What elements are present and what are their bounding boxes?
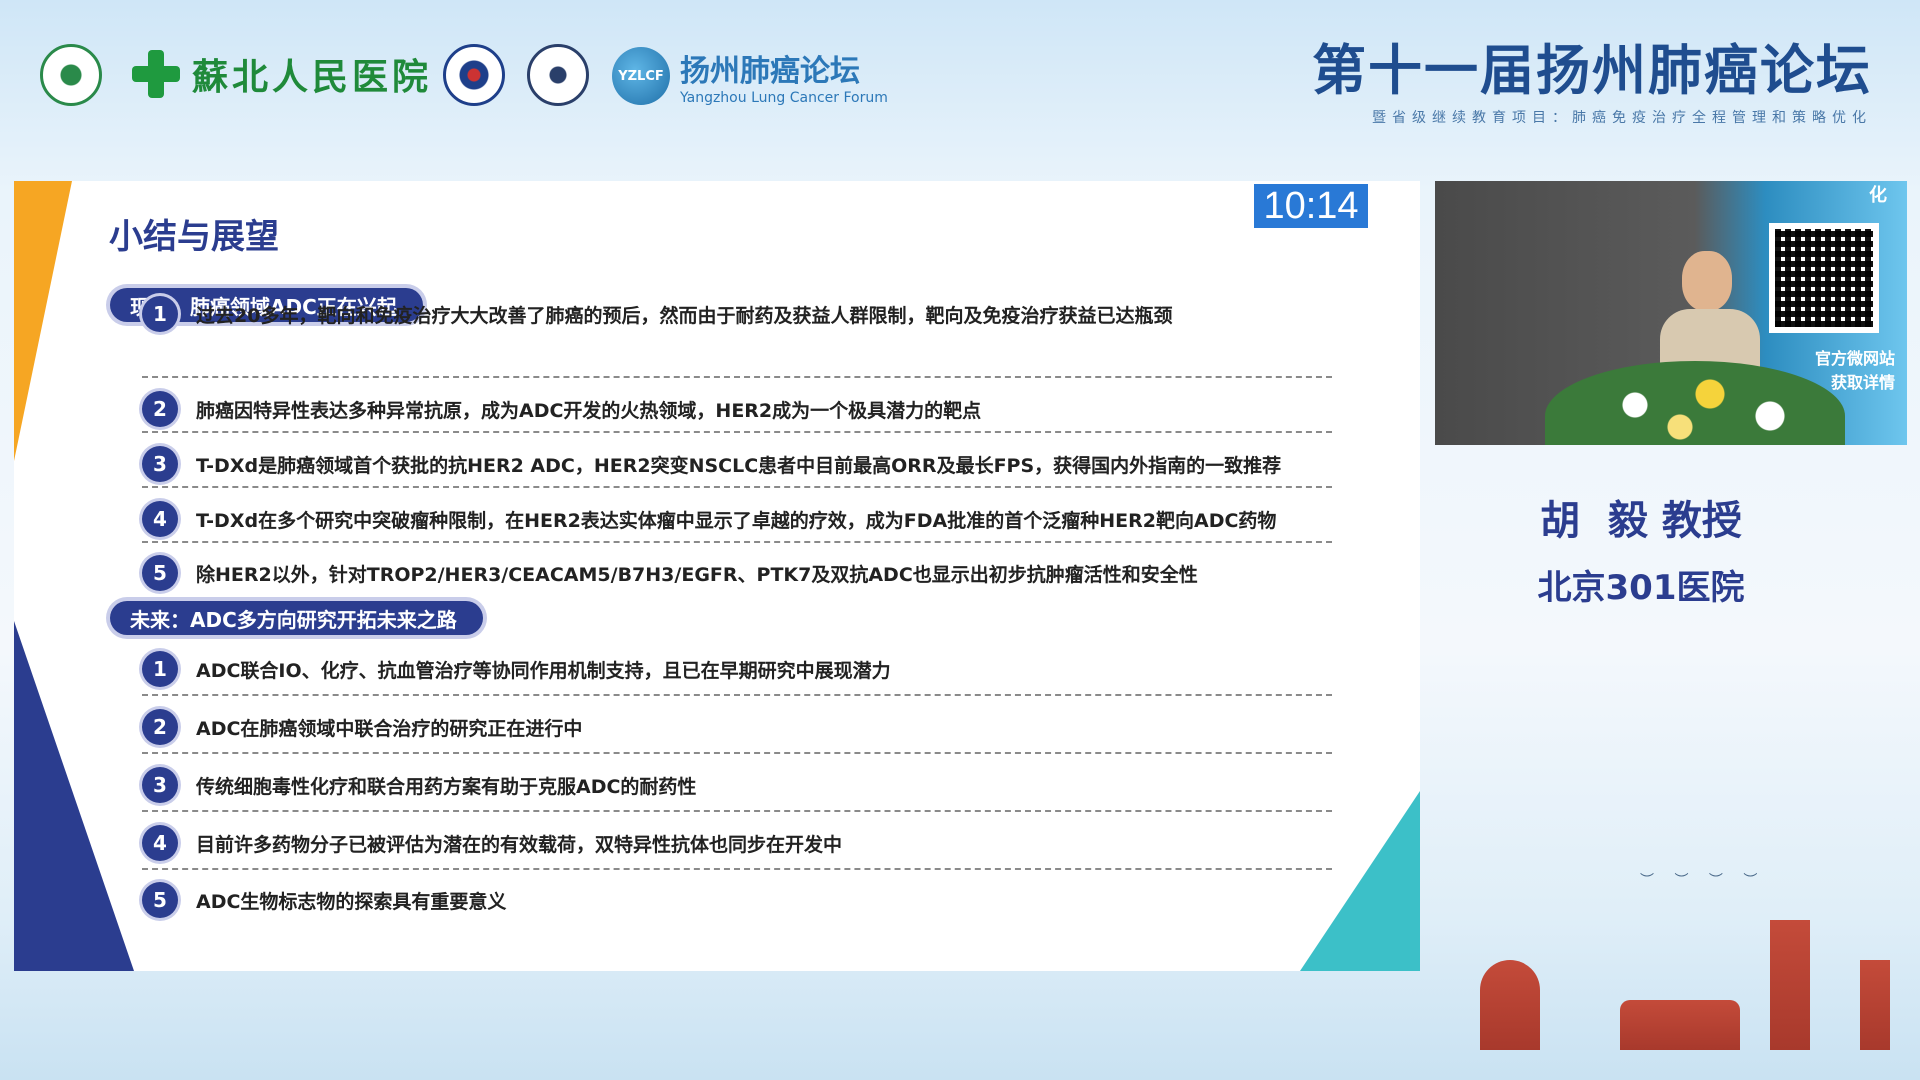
item-text: T-DXd在多个研究中突破瘤种限制，在HER2表达实体瘤中显示了卓越的疗效，成为… [196,509,1277,532]
orange-corner-decoration [14,181,72,461]
hospital-seal-icon [40,44,102,106]
item-text: 目前许多药物分子已被评估为潜在的有效载荷，双特异性抗体也同步在开发中 [196,833,843,856]
item-text: ADC联合IO、化疗、抗血管治疗等协同作用机制支持，且已在早期研究中展现潜力 [196,659,891,682]
navy-corner-decoration [14,621,134,971]
event-title: 第十一届扬州肺癌论坛 [1312,38,1872,102]
item-text: 除HER2以外，针对TROP2/HER3/CEACAM5/B7H3/EGFR、P… [196,563,1198,586]
university-logo-2 [527,44,589,106]
item-number-badge: 3 [142,446,178,482]
screen-corner-text: 化 [1869,185,1887,206]
event-subtitle: 暨省级继续教育项目：肺癌免疫治疗全程管理和策略优化 [1372,110,1872,126]
screen-caption-line-1: 官方微网站 [1814,349,1895,368]
dashed-divider [142,810,1332,812]
forum-logo: YZLCF 扬州肺癌论坛 Yangzhou Lung Cancer Forum [612,46,888,106]
list-item: 1 过去20多年，靶向和免疫治疗大大改善了肺癌的预后，然而由于耐药及获益人群限制… [142,292,1342,336]
medical-seal-icon [527,44,589,106]
dashed-divider [142,541,1332,543]
speaker-hospital: 北京301医院 [1537,568,1745,608]
item-text: T-DXd是肺癌领域首个获批的抗HER2 ADC，HER2突变NSCLC患者中目… [196,454,1282,477]
university-seal-icon [443,44,505,106]
subei-hospital-logo: 蘇北人民医院 [130,48,432,100]
dashed-divider [142,868,1332,870]
flower-arrangement [1545,361,1845,445]
list-item: 3 传统细胞毒性化疗和联合用药方案有助于克服ADC的耐药性 [142,763,1342,807]
item-text: ADC生物标志物的探索具有重要意义 [196,890,507,913]
qr-code-icon [1769,223,1879,333]
forum-name-en: Yangzhou Lung Cancer Forum [680,90,888,106]
event-title-block: 第十一届扬州肺癌论坛 暨省级继续教育项目：肺癌免疫治疗全程管理和策略优化 [1312,26,1872,127]
item-number-badge: 5 [142,882,178,918]
item-number-badge: 2 [142,391,178,427]
dashed-divider [142,694,1332,696]
item-number-badge: 4 [142,825,178,861]
list-item: 5 ADC生物标志物的探索具有重要意义 [142,878,1342,922]
dashed-divider [142,486,1332,488]
item-number-badge: 3 [142,767,178,803]
header-bar: 蘇北人民医院 YZLCF 扬州肺癌论坛 Yangzhou Lung Cancer… [0,0,1920,170]
list-item: 4 T-DXd在多个研究中突破瘤种限制，在HER2表达实体瘤中显示了卓越的疗效，… [142,497,1342,541]
list-item: 3 T-DXd是肺癌领域首个获批的抗HER2 ADC，HER2突变NSCLC患者… [142,442,1342,486]
item-text: 传统细胞毒性化疗和联合用药方案有助于克服ADC的耐药性 [196,775,697,798]
yzlcf-badge-icon: YZLCF [612,47,670,105]
item-number-badge: 2 [142,709,178,745]
hospital-logo-1 [40,44,102,106]
screen-caption: 官方微网站 获取详情 [1815,347,1895,395]
item-text: ADC在肺癌领域中联合治疗的研究正在进行中 [196,717,583,740]
item-text: 肺癌因特异性表达多种异常抗原，成为ADC开发的火热领域，HER2成为一个极具潜力… [196,399,982,422]
list-item: 1 ADC联合IO、化疗、抗血管治疗等协同作用机制支持，且已在早期研究中展现潜力 [142,647,1342,691]
timer-display: 10:14 [1254,184,1368,228]
dashed-divider [142,431,1332,433]
item-text: 过去20多年，靶向和免疫治疗大大改善了肺癌的预后，然而由于耐药及获益人群限制，靶… [196,304,1173,327]
list-item: 2 肺癌因特异性表达多种异常抗原，成为ADC开发的火热领域，HER2成为一个极具… [142,387,1342,431]
slide-title: 小结与展望 [109,217,279,257]
list-item: 4 目前许多药物分子已被评估为潜在的有效载荷，双特异性抗体也同步在开发中 [142,821,1342,865]
forum-name-cn: 扬州肺癌论坛 [680,54,860,89]
screen-caption-line-2: 获取详情 [1830,373,1895,392]
speaker-name: 胡 毅 教授 [1540,498,1742,544]
pagoda-scenery [1440,900,1920,1080]
item-number-badge: 1 [142,296,178,332]
hospital-name: 蘇北人民医院 [192,56,433,98]
dashed-divider [142,752,1332,754]
university-logo-1 [443,44,505,106]
presentation-slide: 小结与展望 10:14 现状：肺癌领域ADC正在兴起 1 过去20多年，靶向和免… [14,181,1420,971]
green-cross-icon [130,48,182,100]
birds-decoration: ︶ ︶ ︶ ︶ [1640,873,1766,889]
list-item: 5 除HER2以外，针对TROP2/HER3/CEACAM5/B7H3/EGFR… [142,551,1342,595]
item-number-badge: 1 [142,651,178,687]
section-header-future: 未来：ADC多方向研究开拓未来之路 [110,601,483,635]
speaker-video-feed: 化 官方微网站 获取详情 [1435,181,1907,445]
list-item: 2 ADC在肺癌领域中联合治疗的研究正在进行中 [142,705,1342,749]
dashed-divider [142,376,1332,378]
item-number-badge: 5 [142,555,178,591]
item-number-badge: 4 [142,501,178,537]
